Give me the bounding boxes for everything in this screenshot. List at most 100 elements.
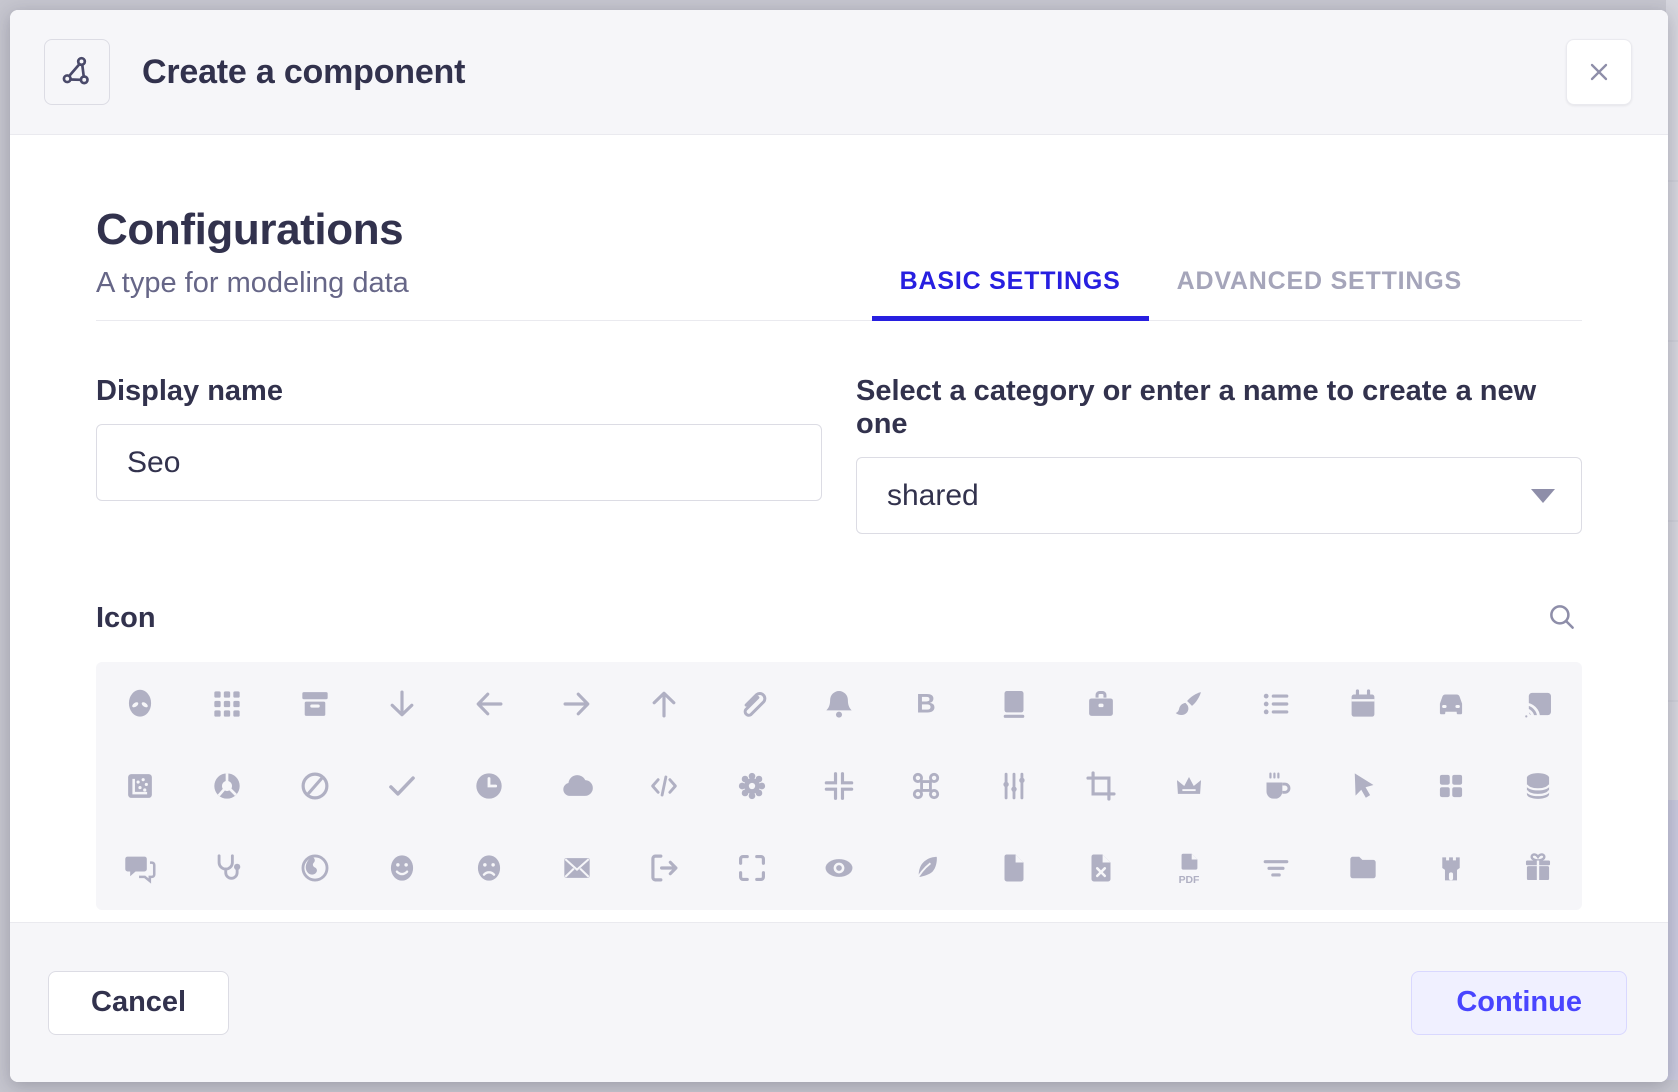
icon-option-alien[interactable] [114, 678, 166, 730]
icon-option-filter[interactable] [1250, 842, 1302, 894]
icon-option-cup[interactable] [1250, 760, 1302, 812]
gate-icon [1432, 849, 1470, 887]
icon-option-archive[interactable] [289, 678, 341, 730]
icon-option-database[interactable] [1512, 760, 1564, 812]
icon-option-bell[interactable] [813, 678, 865, 730]
icon-search-button[interactable] [1542, 598, 1582, 638]
icon-option-connector[interactable] [988, 760, 1040, 812]
icon-option-envelop[interactable] [551, 842, 603, 894]
exit-icon [645, 849, 683, 887]
code-icon [645, 767, 683, 805]
icon-option-eye[interactable] [813, 842, 865, 894]
tab-basic-settings[interactable]: BASIC SETTINGS [872, 267, 1149, 320]
icon-option-command[interactable] [900, 760, 952, 812]
icon-option-apps[interactable] [201, 678, 253, 730]
discuss-icon [121, 849, 159, 887]
icon-option-chart-pie[interactable] [289, 760, 341, 812]
close-button[interactable] [1566, 39, 1632, 105]
component-icon [59, 54, 95, 90]
icon-option-cursor[interactable] [1337, 760, 1389, 812]
page-subtitle: A type for modeling data [96, 267, 409, 300]
page-title: Configurations [96, 205, 409, 255]
bullet-list-icon [1257, 685, 1295, 723]
bell-icon [820, 685, 858, 723]
icon-option-code[interactable] [638, 760, 690, 812]
svg-text:B: B [917, 689, 936, 719]
chevron-down-icon [1531, 489, 1555, 503]
icon-option-file-error[interactable] [1075, 842, 1127, 894]
icon-option-file[interactable] [988, 842, 1040, 894]
icon-option-chart-bubble[interactable] [114, 760, 166, 812]
filter-icon [1257, 849, 1295, 887]
icon-option-collapse[interactable] [813, 760, 865, 812]
icon-option-doctor[interactable] [201, 842, 253, 894]
crown-icon [1170, 767, 1208, 805]
icon-option-earth[interactable] [289, 842, 341, 894]
arrow-down-icon [383, 685, 421, 723]
heading-block: Configurations A type for modeling data [96, 205, 409, 320]
cancel-button[interactable]: Cancel [48, 971, 229, 1035]
chart-circle-icon [208, 767, 246, 805]
dashboard-icon [1432, 767, 1470, 805]
clock-icon [470, 767, 508, 805]
cup-icon [1257, 767, 1295, 805]
icon-option-cloud[interactable] [551, 760, 603, 812]
icon-option-cast[interactable] [1512, 678, 1564, 730]
icon-option-emotion-unhappy[interactable] [463, 842, 515, 894]
icon-option-crown[interactable] [1163, 760, 1215, 812]
svg-text:PDF: PDF [1178, 875, 1199, 886]
continue-button[interactable]: Continue [1411, 971, 1627, 1035]
icon-option-book[interactable] [988, 678, 1040, 730]
calendar-icon [1344, 685, 1382, 723]
icon-option-emotion-happy[interactable] [376, 842, 428, 894]
brush-icon [1170, 685, 1208, 723]
command-icon [907, 767, 945, 805]
collapse-icon [820, 767, 858, 805]
gift-icon [1519, 849, 1557, 887]
earth-icon [296, 849, 334, 887]
icon-option-exit[interactable] [638, 842, 690, 894]
category-selected-value: shared [887, 479, 979, 513]
icon-option-file-pdf[interactable]: PDF [1163, 842, 1215, 894]
emotion-happy-icon [383, 849, 421, 887]
icon-option-attachment[interactable] [726, 678, 778, 730]
icon-option-arrow-up[interactable] [638, 678, 690, 730]
modal-footer: Cancel Continue [10, 922, 1668, 1082]
icon-option-gate[interactable] [1425, 842, 1477, 894]
icon-option-arrow-left[interactable] [463, 678, 515, 730]
icon-option-dashboard[interactable] [1425, 760, 1477, 812]
icon-option-chart-circle[interactable] [201, 760, 253, 812]
search-icon [1545, 600, 1579, 634]
check-icon [383, 767, 421, 805]
category-select[interactable]: shared [856, 457, 1582, 534]
icon-option-bold[interactable]: B [900, 678, 952, 730]
icon-option-gift[interactable] [1512, 842, 1564, 894]
icon-option-arrow-right[interactable] [551, 678, 603, 730]
icon-option-briefcase[interactable] [1075, 678, 1127, 730]
display-name-input[interactable] [96, 424, 822, 501]
connector-icon [995, 767, 1033, 805]
icon-option-feather[interactable] [900, 842, 952, 894]
icon-option-expand[interactable] [726, 842, 778, 894]
icon-option-calendar[interactable] [1337, 678, 1389, 730]
display-name-label: Display name [96, 375, 822, 408]
icon-option-crop[interactable] [1075, 760, 1127, 812]
icon-option-arrow-down[interactable] [376, 678, 428, 730]
icon-option-folder[interactable] [1337, 842, 1389, 894]
feather-icon [907, 849, 945, 887]
icon-option-brush[interactable] [1163, 678, 1215, 730]
icon-option-bullet-list[interactable] [1250, 678, 1302, 730]
icon-option-check[interactable] [376, 760, 428, 812]
icon-option-car[interactable] [1425, 678, 1477, 730]
close-icon [1585, 58, 1613, 86]
file-error-icon [1082, 849, 1120, 887]
doctor-icon [208, 849, 246, 887]
tab-advanced-settings[interactable]: ADVANCED SETTINGS [1149, 267, 1490, 320]
icon-option-cog[interactable] [726, 760, 778, 812]
category-label: Select a category or enter a name to cre… [856, 375, 1582, 441]
icon-picker-header: Icon [96, 598, 1582, 638]
icon-option-clock[interactable] [463, 760, 515, 812]
settings-tabs: BASIC SETTINGS ADVANCED SETTINGS [872, 267, 1490, 320]
icon-option-discuss[interactable] [114, 842, 166, 894]
crop-icon [1082, 767, 1120, 805]
